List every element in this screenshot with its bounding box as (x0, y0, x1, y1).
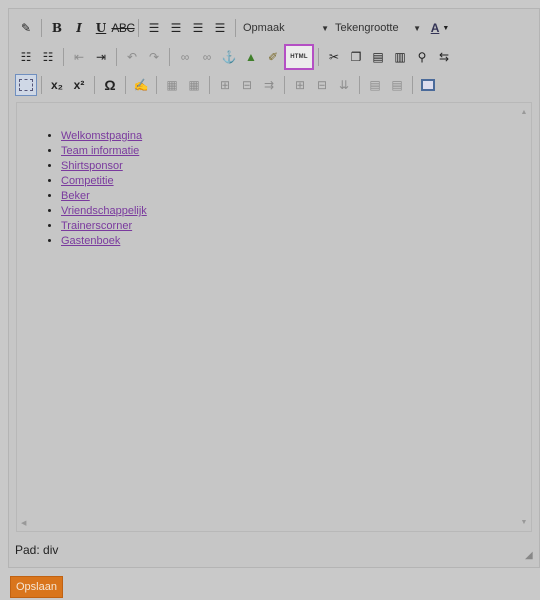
list-item: Gastenboek (61, 234, 531, 249)
unlink-icon[interactable]: ∞ (196, 46, 218, 68)
toolbar-row-1: ✎ B I U ABC ☰ ☰ ☰ ☰ Opmaak ▼ Tekengroott… (15, 15, 456, 41)
toolbar-separator (94, 76, 95, 94)
chevron-down-icon: ▼ (321, 23, 329, 33)
bold-button[interactable]: B (46, 17, 68, 39)
toolbar-separator (235, 19, 236, 37)
chevron-down-icon: ▼ (442, 24, 450, 32)
subscript-button[interactable]: x₂ (46, 74, 68, 96)
rich-text-editor: ✎ B I U ABC ☰ ☰ ☰ ☰ Opmaak ▼ Tekengroott… (8, 8, 540, 568)
toolbar-separator (138, 19, 139, 37)
numbered-list-icon[interactable]: ☷ (37, 46, 59, 68)
toolbar-separator (63, 48, 64, 66)
strikethrough-button[interactable]: ABC (111, 17, 135, 39)
toolbar-separator (359, 76, 360, 94)
insert-row-icon[interactable]: ⊞ (214, 74, 236, 96)
find-icon[interactable]: ⚲ (411, 46, 433, 68)
chevron-down-icon: ▼ (413, 23, 421, 33)
anchor-icon[interactable]: ⚓ (218, 46, 240, 68)
toolbar-row-3: x₂ x² Ω ✍ ▦ ▦ ⊞ ⊟ ⇉ ⊞ ⊟ ⇊ ▤ ▤ (15, 72, 439, 98)
list-link[interactable]: Vriendschappelijk (61, 205, 147, 217)
paste-text-icon[interactable]: ▥ (389, 46, 411, 68)
scroll-up-icon[interactable]: ▲ (519, 107, 529, 117)
fontsize-select-value: Tekengrootte (335, 22, 399, 34)
toolbar-separator (412, 76, 413, 94)
toolbar-separator (318, 48, 319, 66)
list-link[interactable]: Shirtsponsor (61, 160, 123, 172)
format-select[interactable]: Opmaak ▼ (240, 19, 332, 37)
visual-aid-icon[interactable] (15, 74, 37, 96)
align-center-icon[interactable]: ☰ (165, 17, 187, 39)
align-justify-icon[interactable]: ☰ (209, 17, 231, 39)
special-char-button[interactable]: Ω (99, 74, 121, 96)
paste-icon[interactable]: ▤ (367, 46, 389, 68)
merge-icon[interactable]: ⇉ (258, 74, 280, 96)
toolbar-separator (125, 76, 126, 94)
toolbar-row-2: ☷ ☷ ⇤ ⇥ ↶ ↷ ∞ ∞ ⚓ ▲ ✐ HTML ✂ ❐ ▤ ▥ ⚲ ⇆ (15, 44, 455, 70)
cell-props-icon[interactable]: ▤ (364, 74, 386, 96)
align-left-icon[interactable]: ☰ (143, 17, 165, 39)
toolbar-separator (116, 48, 117, 66)
list-item: Welkomstpagina (61, 129, 531, 144)
list-item: Shirtsponsor (61, 159, 531, 174)
list-item: Vriendschappelijk (61, 204, 531, 219)
split-icon[interactable]: ⇊ (333, 74, 355, 96)
toolbar-separator (156, 76, 157, 94)
list-item: Trainerscorner (61, 219, 531, 234)
cut-icon[interactable]: ✂ (323, 46, 345, 68)
edit-icon[interactable]: ✎ (15, 17, 37, 39)
html-source-button[interactable]: HTML (284, 44, 314, 70)
scroll-left-icon[interactable]: ◀ (21, 519, 31, 529)
editor-content-area[interactable]: Welkomstpagina Team informatie Shirtspon… (16, 102, 532, 532)
editor-toolbar: ✎ B I U ABC ☰ ☰ ☰ ☰ Opmaak ▼ Tekengroott… (9, 9, 539, 99)
edit-note-icon[interactable]: ✍ (130, 74, 152, 96)
redo-icon[interactable]: ↷ (143, 46, 165, 68)
table-props-icon[interactable]: ▦ (183, 74, 205, 96)
list-link[interactable]: Team informatie (61, 145, 139, 157)
text-color-button[interactable]: A ▼ (424, 17, 456, 39)
toolbar-separator (169, 48, 170, 66)
link-icon[interactable]: ∞ (174, 46, 196, 68)
toolbar-separator (284, 76, 285, 94)
save-button[interactable]: Opslaan (10, 576, 63, 598)
italic-button[interactable]: I (68, 17, 90, 39)
list-link[interactable]: Gastenboek (61, 235, 120, 247)
toolbar-separator (41, 76, 42, 94)
row-props-icon[interactable]: ▤ (386, 74, 408, 96)
fontsize-select[interactable]: Tekengrootte ▼ (332, 19, 424, 37)
cleanup-icon[interactable]: ✐ (262, 46, 284, 68)
list-item: Team informatie (61, 144, 531, 159)
table-icon[interactable]: ▦ (161, 74, 183, 96)
bullet-list-icon[interactable]: ☷ (15, 46, 37, 68)
underline-button[interactable]: U (90, 17, 112, 39)
list-link[interactable]: Welkomstpagina (61, 130, 142, 142)
outdent-icon[interactable]: ⇤ (68, 46, 90, 68)
toolbar-separator (41, 19, 42, 37)
scroll-down-icon[interactable]: ▼ (519, 517, 529, 527)
format-select-value: Opmaak (243, 22, 285, 34)
list-item: Beker (61, 189, 531, 204)
indent-icon[interactable]: ⇥ (90, 46, 112, 68)
superscript-button[interactable]: x² (68, 74, 90, 96)
align-right-icon[interactable]: ☰ (187, 17, 209, 39)
list-item: Competitie (61, 174, 531, 189)
resize-handle-icon[interactable]: ◢ (525, 551, 535, 561)
insert-col-icon[interactable]: ⊞ (289, 74, 311, 96)
list-link[interactable]: Competitie (61, 175, 114, 187)
element-path: Pad: div (15, 543, 59, 557)
copy-icon[interactable]: ❐ (345, 46, 367, 68)
list-link[interactable]: Beker (61, 190, 90, 202)
fullscreen-icon[interactable] (417, 74, 439, 96)
replace-icon[interactable]: ⇆ (433, 46, 455, 68)
toolbar-separator (209, 76, 210, 94)
undo-icon[interactable]: ↶ (121, 46, 143, 68)
image-icon[interactable]: ▲ (240, 46, 262, 68)
delete-row-icon[interactable]: ⊟ (236, 74, 258, 96)
link-list: Welkomstpagina Team informatie Shirtspon… (17, 129, 531, 249)
delete-col-icon[interactable]: ⊟ (311, 74, 333, 96)
list-link[interactable]: Trainerscorner (61, 220, 132, 232)
